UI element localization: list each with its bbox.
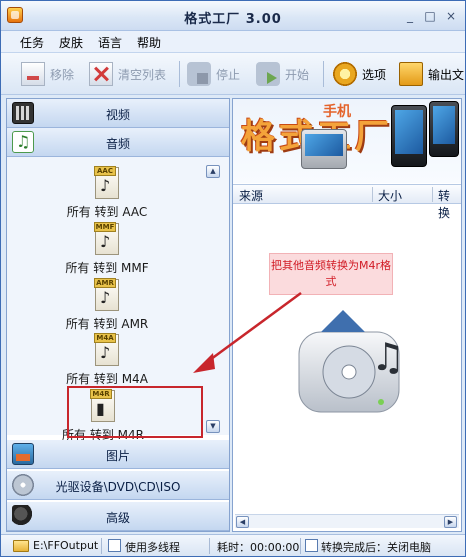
- task-panel: 格式工厂 手机 来源 大小 转换 把其他音频转换为M4r格式: [232, 98, 462, 532]
- phone-icon: [301, 129, 347, 169]
- stop-icon: [187, 62, 211, 86]
- toolbar-separator: [179, 61, 180, 87]
- status-separator: [300, 538, 301, 554]
- scroll-right-button[interactable]: ▶: [444, 516, 457, 528]
- format-label: 所有 转到 AAC: [66, 205, 148, 219]
- options-label: 选项: [362, 67, 387, 82]
- menu-bar: 任务 皮肤 语言 帮助: [1, 31, 465, 53]
- category-advanced-label: 高级: [105, 511, 130, 525]
- output-folder-button[interactable]: 输出文: [399, 58, 464, 90]
- minimize-button[interactable]: _: [403, 9, 417, 23]
- multithread-checkbox[interactable]: [108, 539, 121, 552]
- category-video[interactable]: 视频: [7, 99, 229, 128]
- app-window: 格式工厂 3.00 _ □ × 任务 皮肤 语言 帮助 移除 清空列表 停止 开…: [0, 0, 466, 557]
- phone-icon: [391, 105, 427, 167]
- title-bar[interactable]: 格式工厂 3.00 _ □ ×: [1, 1, 465, 31]
- category-disc-label: 光驱设备\DVD\CD\ISO: [55, 480, 181, 494]
- format-item-m4a[interactable]: M4A ♪ 所有 转到 M4A: [7, 333, 207, 387]
- banner-image: 格式工厂 手机: [233, 99, 461, 183]
- window-title: 格式工厂 3.00: [184, 12, 282, 27]
- status-separator: [101, 538, 102, 554]
- output-path[interactable]: E:\FFOutput: [33, 539, 98, 552]
- m4a-file-icon: M4A ♪: [94, 333, 119, 366]
- options-button[interactable]: 选项: [333, 58, 386, 90]
- close-button[interactable]: ×: [444, 9, 458, 23]
- start-label: 开始: [285, 67, 310, 82]
- category-advanced[interactable]: 高级: [7, 502, 229, 531]
- output-folder-label: 输出文: [428, 67, 465, 82]
- toolbar-separator: [323, 61, 324, 87]
- category-disc[interactable]: 光驱设备\DVD\CD\ISO: [7, 471, 229, 500]
- category-audio[interactable]: 音频: [7, 128, 229, 157]
- task-list-header: 来源 大小 转换: [233, 184, 461, 220]
- start-icon: [256, 62, 280, 86]
- maximize-button[interactable]: □: [423, 9, 437, 23]
- stop-label: 停止: [216, 67, 241, 82]
- aac-tag: AAC: [94, 166, 116, 176]
- amr-file-icon: AMR ♪: [94, 278, 119, 311]
- format-label: 所有 转到 M4A: [66, 372, 148, 386]
- folder-icon: [399, 62, 423, 86]
- clear-list-button[interactable]: 清空列表: [89, 58, 166, 90]
- menu-skin[interactable]: 皮肤: [59, 34, 83, 51]
- highlight-box: [67, 386, 203, 438]
- category-picture-label: 图片: [105, 449, 130, 463]
- scroll-up-button[interactable]: ▲: [206, 165, 220, 178]
- after-convert-label: 转换完成后：关闭电脑: [321, 541, 431, 554]
- multithread-label: 使用多线程: [125, 541, 180, 554]
- category-panel: 视频 音频 ▲ AAC ♪ 所有 转到 AAC MMF ♪ 所有 转到 MMF: [6, 98, 230, 532]
- svg-text:♫: ♫: [371, 335, 405, 379]
- format-item-mmf[interactable]: MMF ♪ 所有 转到 MMF: [7, 222, 207, 276]
- phone-icon: [429, 101, 459, 157]
- aac-file-icon: AAC ♪: [94, 166, 119, 199]
- category-audio-label: 音频: [105, 137, 130, 151]
- m4a-tag: M4A: [94, 333, 116, 343]
- amr-tag: AMR: [94, 278, 116, 288]
- format-label: 所有 转到 MMF: [65, 261, 149, 275]
- column-size[interactable]: 大小: [378, 187, 402, 204]
- annotation-callout: 把其他音频转换为M4r格式: [269, 253, 393, 295]
- folder-icon: [13, 540, 29, 552]
- column-separator: [432, 187, 433, 202]
- category-video-label: 视频: [105, 108, 130, 122]
- status-bar: E:\FFOutput 使用多线程 耗时：00:00:00 转换完成后：关闭电脑: [1, 534, 465, 556]
- format-item-amr[interactable]: AMR ♪ 所有 转到 AMR: [7, 278, 207, 332]
- column-separator: [372, 187, 373, 202]
- format-item-aac[interactable]: AAC ♪ 所有 转到 AAC: [7, 166, 207, 220]
- column-convert[interactable]: 转换: [438, 187, 461, 221]
- format-factory-logo-icon: ♫: [298, 310, 405, 413]
- clear-list-label: 清空列表: [118, 67, 167, 82]
- menu-language[interactable]: 语言: [98, 34, 122, 51]
- column-source[interactable]: 来源: [239, 187, 263, 204]
- gear-icon: [333, 62, 357, 86]
- clear-list-icon: [89, 62, 113, 86]
- status-separator: [209, 538, 210, 554]
- scroll-down-button[interactable]: ▼: [206, 420, 220, 433]
- scroll-left-button[interactable]: ◀: [236, 516, 249, 528]
- after-convert-checkbox[interactable]: [305, 539, 318, 552]
- remove-button[interactable]: 移除: [21, 58, 74, 90]
- mmf-tag: MMF: [94, 222, 116, 232]
- remove-icon: [21, 62, 45, 86]
- format-label: 所有 转到 AMR: [65, 317, 149, 331]
- remove-label: 移除: [50, 67, 75, 82]
- start-button[interactable]: 开始: [256, 58, 309, 90]
- elapsed-time: 耗时：00:00:00: [217, 541, 300, 554]
- category-picture[interactable]: 图片: [7, 440, 229, 469]
- toolbar: 移除 清空列表 停止 开始 选项 输出文: [1, 53, 465, 95]
- menu-task[interactable]: 任务: [20, 34, 44, 51]
- stop-button[interactable]: 停止: [187, 58, 240, 90]
- banner-subtitle: 手机: [323, 104, 351, 120]
- menu-help[interactable]: 帮助: [137, 34, 161, 51]
- audio-format-list: ▲ AAC ♪ 所有 转到 AAC MMF ♪ 所有 转到 MMF AMR ♪: [7, 157, 229, 442]
- mmf-file-icon: MMF ♪: [94, 222, 119, 255]
- horizontal-scrollbar[interactable]: ◀ ▶: [235, 514, 459, 528]
